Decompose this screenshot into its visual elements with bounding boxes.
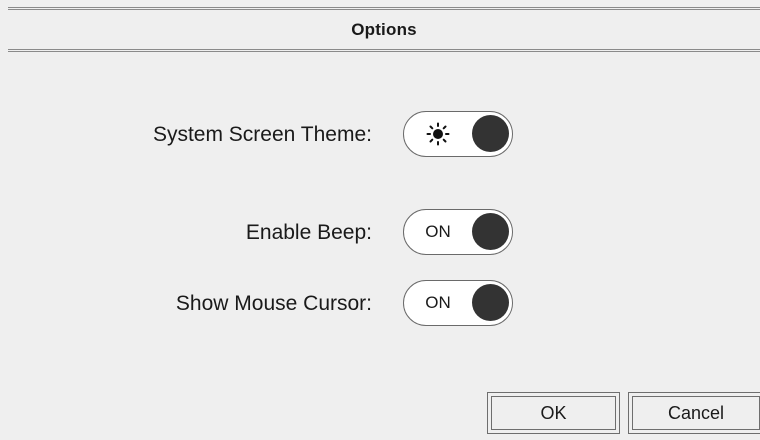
option-row-show-mouse-cursor: Show Mouse Cursor: ON — [0, 280, 760, 328]
toggle-state-text: ON — [425, 293, 451, 312]
option-row-system-screen-theme: System Screen Theme: — [0, 111, 760, 159]
system-screen-theme-toggle[interactable] — [403, 111, 513, 157]
dialog-title: Options — [351, 19, 417, 39]
options-dialog: Options System Screen Theme: Enable Beep… — [0, 0, 760, 440]
system-screen-theme-label: System Screen Theme: — [152, 123, 372, 146]
toggle-knob — [472, 115, 509, 152]
cancel-button-label: Cancel — [667, 402, 725, 423]
show-mouse-cursor-label: Show Mouse Cursor: — [175, 292, 372, 315]
cancel-button[interactable]: Cancel — [628, 392, 760, 434]
show-mouse-cursor-toggle[interactable]: ON — [403, 280, 513, 326]
sun-icon — [426, 122, 450, 146]
title-bar: Options — [8, 7, 760, 52]
ok-button[interactable]: OK — [487, 392, 620, 434]
ok-button-label: OK — [540, 402, 567, 423]
toggle-state-text: ON — [425, 222, 451, 241]
toggle-knob — [472, 213, 509, 250]
option-row-enable-beep: Enable Beep: ON — [0, 209, 760, 257]
enable-beep-toggle[interactable]: ON — [403, 209, 513, 255]
toggle-knob — [472, 284, 509, 321]
enable-beep-label: Enable Beep: — [245, 221, 372, 244]
